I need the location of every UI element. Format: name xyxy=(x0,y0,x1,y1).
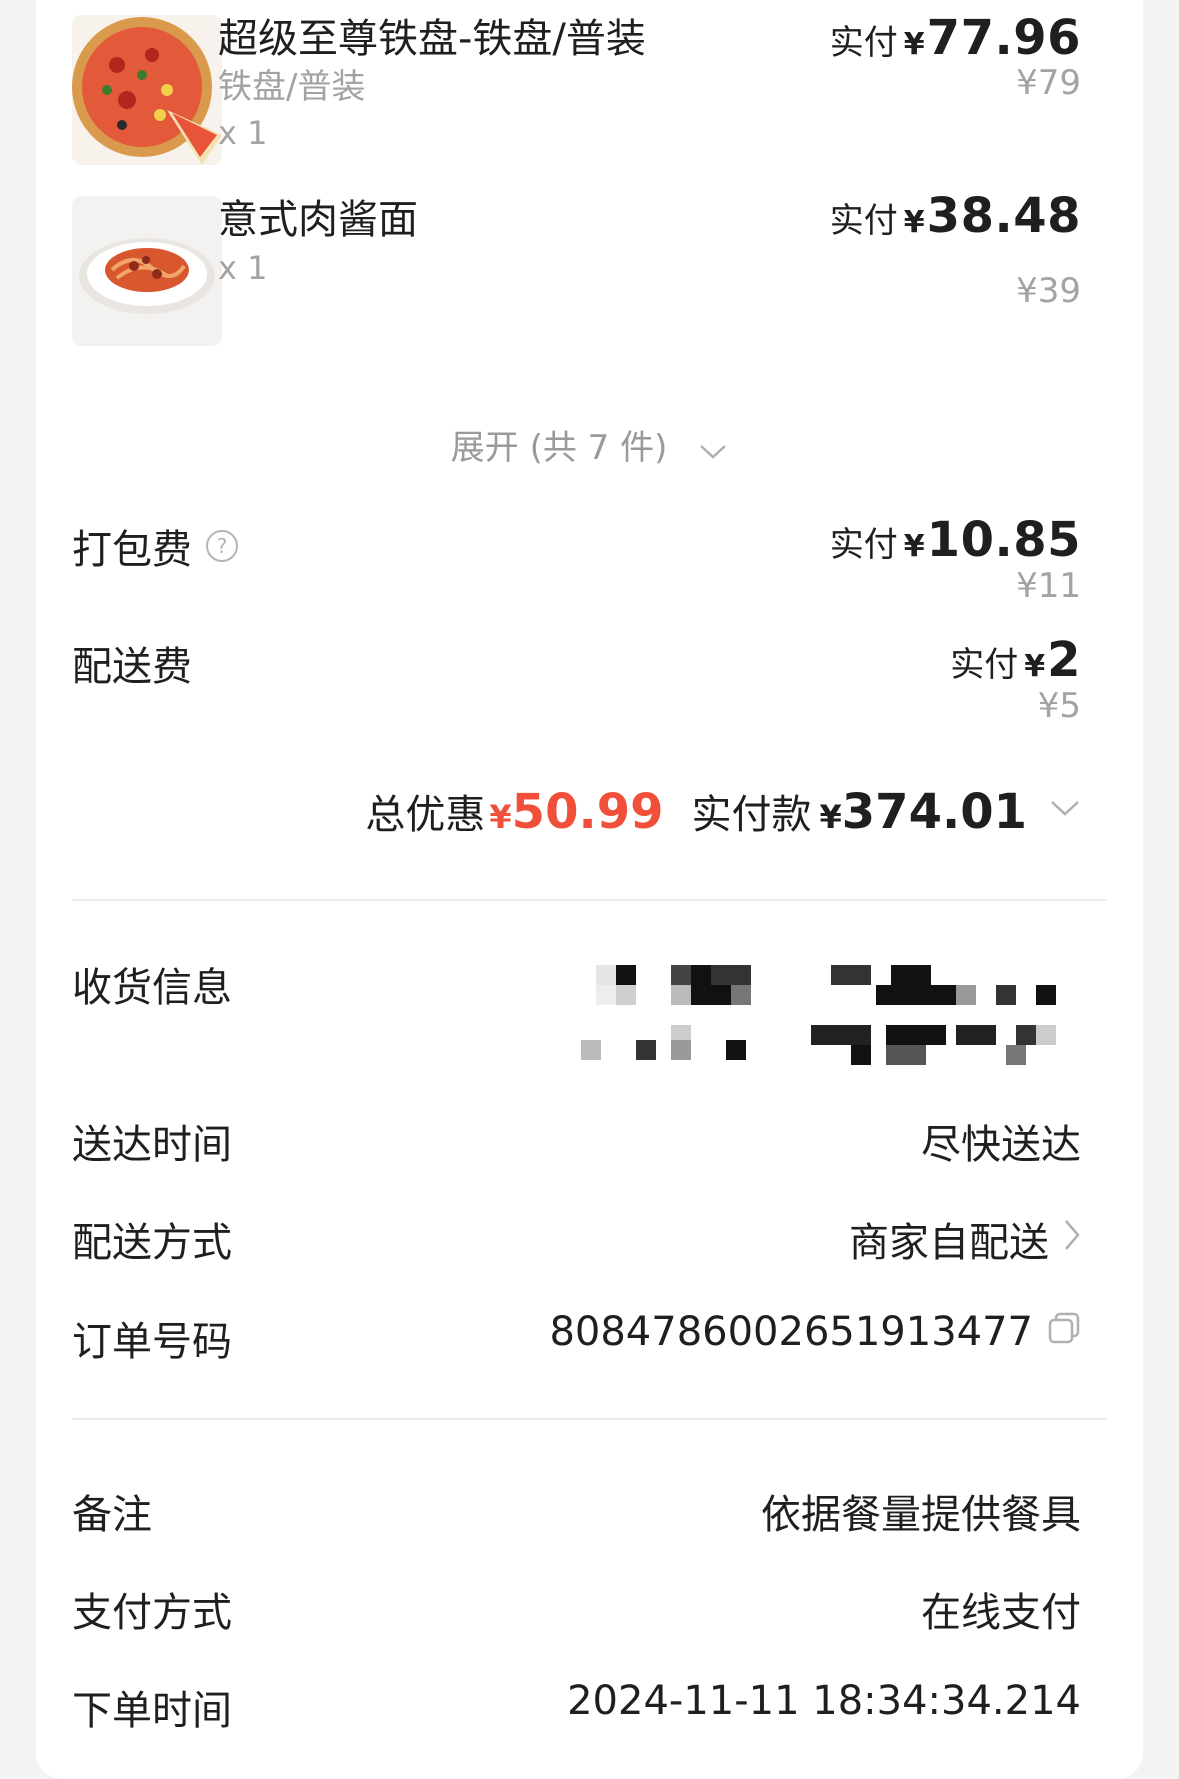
order-number-value: 8084786002651913477 xyxy=(549,1309,1033,1355)
paid-label: 实付 xyxy=(829,201,898,241)
product-name: 超级至尊铁盘-铁盘/普装 xyxy=(218,16,646,62)
paid-amount: 38.48 xyxy=(926,188,1081,244)
product-spec: 铁盘/普装 xyxy=(218,67,366,107)
paid-amount: 10.85 xyxy=(926,512,1081,568)
delivery-method-value: 商家自配送 xyxy=(849,1220,1049,1266)
currency-symbol: ¥ xyxy=(903,205,925,240)
order-detail-card: 超级至尊铁盘-铁盘/普装 铁盘/普装 x 1 实付 ¥ 77.96 ¥79 意式… xyxy=(36,0,1143,1779)
payment-method-label: 支付方式 xyxy=(72,1590,232,1636)
paid-label: 实付 xyxy=(829,525,898,565)
chevron-down-icon[interactable] xyxy=(1049,799,1081,823)
total-amount: 374.01 xyxy=(841,784,1027,840)
delivery-fee-original: ¥5 xyxy=(1037,686,1081,726)
receiver-info-label: 收货信息 xyxy=(72,965,232,1011)
delivery-method-row[interactable]: 商家自配送 xyxy=(849,1210,1081,1268)
delivery-fee-paid: 实付 ¥ 2 xyxy=(950,632,1081,688)
currency-symbol: ¥ xyxy=(903,529,925,564)
product-original-price: ¥79 xyxy=(1016,63,1081,103)
delivery-method-label: 配送方式 xyxy=(72,1220,232,1266)
order-number-label: 订单号码 xyxy=(72,1319,232,1365)
currency-symbol: ¥ xyxy=(903,27,925,62)
packaging-fee-label: 打包费 ? xyxy=(72,517,238,575)
fee-label-text: 打包费 xyxy=(72,527,192,573)
copy-icon[interactable] xyxy=(1047,1309,1081,1355)
discount-label: 总优惠 xyxy=(365,792,486,838)
order-time-label: 下单时间 xyxy=(72,1688,232,1734)
product-image-pasta[interactable] xyxy=(72,196,222,346)
paid-label: 实付 xyxy=(829,23,898,63)
delivery-time-value: 尽快送达 xyxy=(921,1122,1081,1168)
currency-symbol: ¥ xyxy=(1024,649,1046,684)
payment-method-value: 在线支付 xyxy=(921,1590,1081,1636)
total-currency: ¥ xyxy=(819,798,842,836)
delivery-time-label: 送达时间 xyxy=(72,1122,232,1168)
divider xyxy=(72,1418,1107,1420)
divider xyxy=(72,899,1107,901)
pizza-image xyxy=(72,15,222,165)
order-number-row: 8084786002651913477 xyxy=(549,1309,1081,1355)
order-summary[interactable]: 总优惠 ¥ 50.99 实付款 ¥ 374.01 xyxy=(365,782,1081,840)
chevron-right-icon xyxy=(1063,1216,1081,1262)
product-quantity: x 1 xyxy=(218,114,268,152)
paid-amount: 2 xyxy=(1047,632,1081,688)
chevron-down-icon xyxy=(698,430,728,470)
product-name: 意式肉酱面 xyxy=(218,197,418,243)
expand-label: 展开 (共 7 件) xyxy=(450,428,668,468)
order-time-value: 2024-11-11 18:34:34.214 xyxy=(567,1678,1081,1724)
fee-label-text: 配送费 xyxy=(72,644,192,690)
remark-value: 依据餐量提供餐具 xyxy=(761,1492,1081,1538)
packaging-fee-paid: 实付 ¥ 10.85 xyxy=(830,512,1081,568)
packaging-fee-original: ¥11 xyxy=(1016,566,1081,606)
discount-currency: ¥ xyxy=(489,798,512,836)
receiver-info-redacted xyxy=(581,965,1146,1065)
help-icon[interactable]: ? xyxy=(206,530,238,562)
paid-amount: 77.96 xyxy=(926,10,1081,66)
delivery-fee-label: 配送费 xyxy=(72,634,192,692)
pasta-image xyxy=(72,196,222,346)
product-image-pizza[interactable] xyxy=(72,15,222,165)
total-label: 实付款 xyxy=(691,792,812,838)
product-paid-price: 实付 ¥ 38.48 xyxy=(830,188,1081,244)
expand-items-button[interactable]: 展开 (共 7 件) xyxy=(36,420,1143,470)
product-quantity: x 1 xyxy=(218,249,268,287)
product-paid-price: 实付 ¥ 77.96 xyxy=(830,10,1081,66)
discount-amount: 50.99 xyxy=(511,784,664,840)
product-original-price: ¥39 xyxy=(1016,271,1081,311)
paid-label: 实付 xyxy=(950,645,1019,685)
remark-label: 备注 xyxy=(72,1492,152,1538)
